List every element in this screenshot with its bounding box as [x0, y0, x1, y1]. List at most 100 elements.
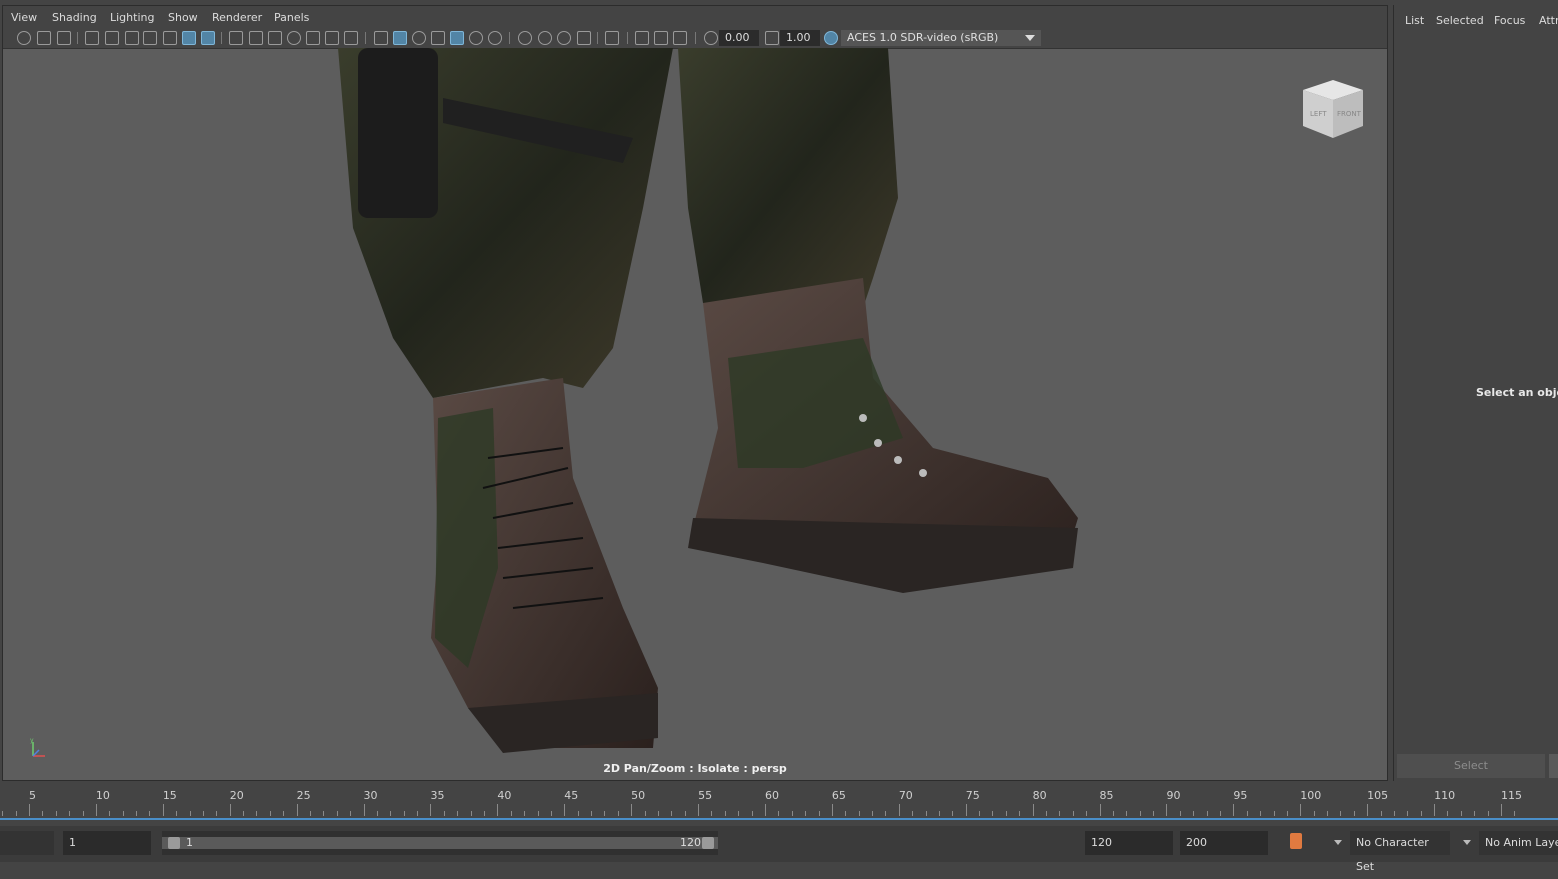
time-slider-track — [0, 818, 1558, 820]
viewcube-left-label: LEFT — [1310, 110, 1327, 118]
timeline-tick — [1367, 804, 1369, 816]
anim-layer-dropdown[interactable]: No Anim Layer — [1479, 831, 1558, 855]
range-start-handle[interactable] — [168, 837, 180, 849]
range-slider-bar: 1 1 120 120 200 No Character Set No Anim… — [0, 826, 1558, 873]
gate-mask-icon[interactable] — [287, 31, 301, 45]
timeline-tick — [510, 811, 512, 816]
depth-of-field-icon[interactable] — [577, 31, 591, 45]
range-slider[interactable]: 1 120 — [162, 831, 718, 855]
timeline-tick — [483, 811, 485, 816]
xray-components-icon[interactable] — [673, 31, 687, 45]
timeline-tick — [1460, 811, 1462, 816]
character-set-dropdown[interactable]: No Character Set — [1350, 831, 1450, 873]
xray-icon[interactable] — [635, 31, 649, 45]
xray-joints-icon[interactable] — [654, 31, 668, 45]
select-button[interactable]: Select — [1397, 754, 1545, 778]
chevron-down-icon[interactable] — [1334, 840, 1342, 845]
chevron-down-icon[interactable] — [1463, 840, 1471, 845]
menu-show[interactable]: Show — [168, 11, 198, 24]
safe-action-icon[interactable] — [325, 31, 339, 45]
camera-attributes-icon[interactable] — [57, 31, 71, 45]
timeline-tick — [1420, 811, 1422, 816]
tab-focus[interactable]: Focus — [1494, 14, 1525, 27]
timeline-tick-label: 45 — [564, 789, 579, 802]
timeline-tick — [831, 804, 833, 816]
isolate-icon[interactable] — [605, 31, 619, 45]
timeline-tick — [2, 811, 4, 816]
film-gate-icon[interactable] — [249, 31, 263, 45]
wireframe-on-shaded-icon[interactable] — [431, 31, 445, 45]
resolution-gate-icon[interactable] — [268, 31, 282, 45]
timeline-tick — [1153, 811, 1155, 816]
timeline-tick — [1179, 811, 1181, 816]
timeline-tick — [1086, 811, 1088, 816]
smooth-shade-icon[interactable] — [393, 31, 407, 45]
pan-zoom-icon[interactable] — [182, 31, 196, 45]
field-chart-icon[interactable] — [306, 31, 320, 45]
timeline-tick — [1112, 811, 1114, 816]
auto-key-icon[interactable] — [1290, 833, 1302, 849]
timeline-tick — [671, 811, 673, 816]
timeline-tick — [711, 811, 713, 816]
tab-selected[interactable]: Selected — [1436, 14, 1484, 27]
start-frame-field[interactable]: 1 — [63, 831, 151, 855]
wireframe-icon[interactable] — [374, 31, 388, 45]
shadows-icon[interactable] — [488, 31, 502, 45]
range-end-handle[interactable] — [702, 837, 714, 849]
lighting-icon[interactable] — [469, 31, 483, 45]
timeline-tick — [1313, 811, 1315, 816]
timeline-tick-label: 65 — [831, 789, 846, 802]
timeline-tick — [550, 811, 552, 816]
timeline-tick — [1019, 811, 1021, 816]
viewcube[interactable]: LEFT FRONT — [1297, 76, 1367, 142]
timeline-tick — [55, 811, 57, 816]
grid-icon[interactable] — [229, 31, 243, 45]
gamma-field[interactable]: 1.00 — [780, 30, 820, 46]
timeline-tick — [256, 811, 258, 816]
lock-camera-icon[interactable] — [37, 31, 51, 45]
exposure-icon[interactable] — [704, 31, 718, 45]
max-frame-field[interactable]: 200 — [1180, 831, 1268, 855]
timeline-tick — [82, 811, 84, 816]
timeline-tick — [724, 811, 726, 816]
tab-list[interactable]: List — [1405, 14, 1424, 27]
timeline-tick — [296, 804, 298, 816]
safe-title-icon[interactable] — [344, 31, 358, 45]
image-plane-icon[interactable] — [125, 31, 139, 45]
timeline-tick — [992, 811, 994, 816]
viewport-scene[interactable] — [3, 48, 1387, 780]
anti-aliasing-icon[interactable] — [557, 31, 571, 45]
viewport-panel[interactable]: View Shading Lighting Show Renderer Pane… — [2, 5, 1388, 781]
end-frame-field[interactable]: 120 — [1085, 831, 1173, 855]
timeline-tick — [1166, 804, 1168, 816]
timeline-tick — [430, 804, 432, 816]
menu-shading[interactable]: Shading — [52, 11, 97, 24]
motion-blur-icon[interactable] — [538, 31, 552, 45]
grease-pencil-icon[interactable] — [201, 31, 215, 45]
chevron-down-icon — [1025, 35, 1035, 41]
tab-attributes[interactable]: Attr — [1539, 14, 1558, 27]
menu-renderer[interactable]: Renderer — [212, 11, 262, 24]
menu-lighting[interactable]: Lighting — [110, 11, 154, 24]
gamma-icon[interactable] — [765, 31, 779, 45]
load-attributes-button[interactable] — [1549, 754, 1558, 778]
timeline-tick — [189, 811, 191, 816]
camera-icon[interactable] — [85, 31, 99, 45]
default-material-icon[interactable] — [412, 31, 426, 45]
timeline-tick — [738, 811, 740, 816]
attribute-panel: List Selected Focus Attr Select an objec… — [1393, 5, 1558, 781]
screen-space-ao-icon[interactable] — [518, 31, 532, 45]
timeline-tick — [1005, 811, 1007, 816]
textured-icon[interactable] — [450, 31, 464, 45]
bookmark-camera-icon[interactable] — [105, 31, 119, 45]
bookmark-icon[interactable] — [143, 31, 157, 45]
color-space-dropdown[interactable]: ACES 1.0 SDR-video (sRGB) — [841, 30, 1041, 46]
menu-view[interactable]: View — [11, 11, 37, 24]
menu-panels[interactable]: Panels — [274, 11, 309, 24]
time-slider[interactable]: 5 10 15 20 25 30 35 40 45 50 55 60 65 70 75 80 85 90 95 100… — [0, 786, 1558, 818]
two-d-pan-icon[interactable] — [163, 31, 177, 45]
exposure-field[interactable]: 0.00 — [719, 30, 759, 46]
timeline-tick — [1059, 811, 1061, 816]
select-camera-icon[interactable] — [17, 31, 31, 45]
color-management-icon[interactable] — [824, 31, 838, 45]
